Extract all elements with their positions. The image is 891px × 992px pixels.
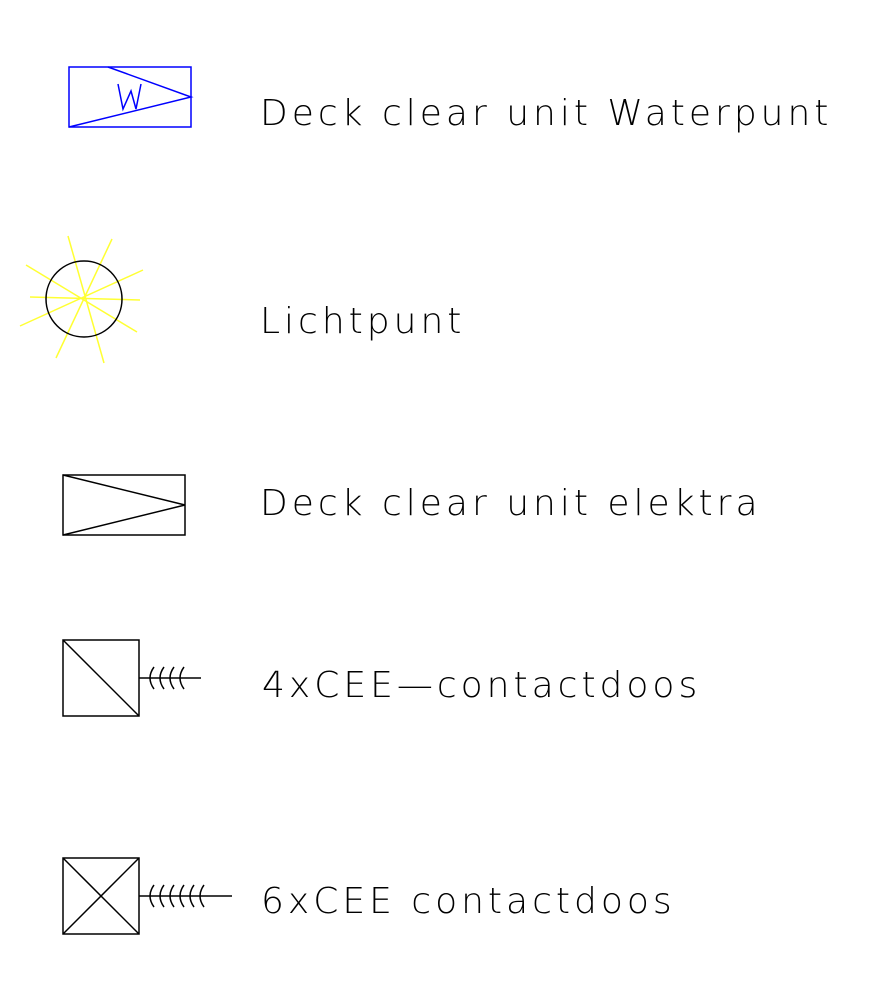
legend-label-socket-6x: 6xCEE contactdoos — [261, 881, 676, 922]
legend-label-light-point: Lichtpunt — [260, 301, 465, 342]
socket-6x-symbol-icon — [62, 857, 232, 935]
legend-label-water-point: Deck clear unit Waterpunt — [260, 93, 832, 134]
electric-unit-symbol-icon — [62, 474, 186, 536]
water-point-symbol-icon — [68, 66, 194, 128]
light-point-symbol-icon — [19, 235, 144, 364]
legend-label-electric-unit: Deck clear unit elektra — [260, 483, 762, 524]
legend-label-socket-4x: 4xCEE—contactdoos — [262, 665, 701, 706]
legend-sheet: Deck clear unit Waterpunt Lichtpunt Deck… — [19, 66, 832, 935]
socket-4x-symbol-icon — [62, 639, 201, 717]
